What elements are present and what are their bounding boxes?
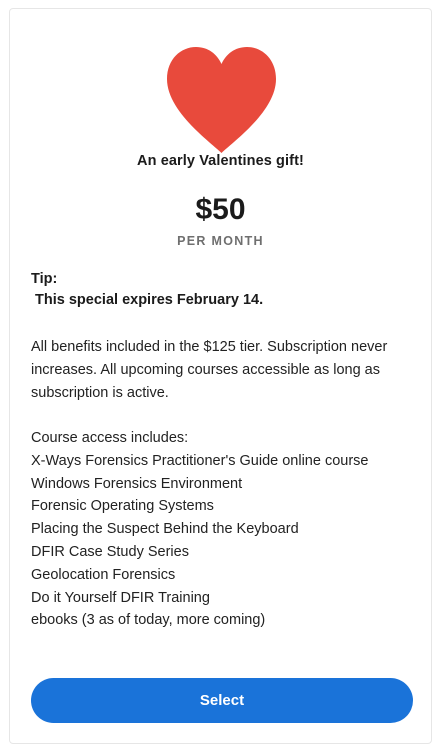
billing-period: PER MONTH xyxy=(177,234,264,248)
tip-label: Tip: xyxy=(31,271,58,287)
select-button[interactable]: Select xyxy=(31,678,413,723)
list-item: Forensic Operating Systems xyxy=(31,498,214,515)
tip-text: This special expires February 14. xyxy=(31,292,264,308)
list-item: Windows Forensics Environment xyxy=(31,475,243,492)
tier-description: All benefits included in the $125 tier. … xyxy=(31,339,388,401)
list-item: DFIR Case Study Series xyxy=(31,543,189,560)
course-access-list: Course access includes: X-Ways Forensics… xyxy=(31,427,416,632)
list-item: ebooks (3 as of today, more coming) xyxy=(31,612,266,629)
list-item: Geolocation Forensics xyxy=(31,566,176,583)
tier-price: $50 xyxy=(195,193,246,226)
tier-card: An early Valentines gift! $50 PER MONTH … xyxy=(9,8,432,744)
tier-title: An early Valentines gift! xyxy=(137,153,304,169)
heart-icon xyxy=(167,47,276,153)
tip-block: Tip: This special expires February 14. xyxy=(31,269,411,311)
list-item: Do it Yourself DFIR Training xyxy=(31,589,210,606)
course-access-heading: Course access includes: xyxy=(31,430,189,446)
list-item: Placing the Suspect Behind the Keyboard xyxy=(31,521,299,538)
list-item: X-Ways Forensics Practitioner's Guide on… xyxy=(31,452,369,469)
